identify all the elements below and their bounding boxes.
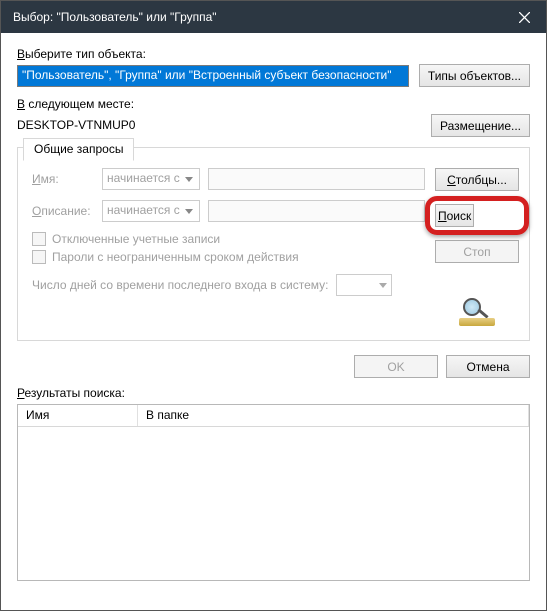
object-type-input[interactable]: "Пользователь", "Группа" или "Встроенный… — [17, 65, 409, 87]
titlebar: Выбор: "Пользователь" или "Группа" — [1, 1, 546, 33]
columns-button[interactable]: Столбцы... — [435, 168, 519, 191]
object-type-label: Выберите тип объекта: — [17, 47, 530, 61]
pwdnoexpire-label: Пароли с неограниченным сроком действия — [52, 250, 299, 264]
name-field-label: Имя: — [32, 172, 94, 186]
ok-button: OK — [354, 355, 438, 378]
close-button[interactable] — [502, 1, 546, 33]
location-value: DESKTOP-VTNMUP0 — [17, 116, 421, 136]
search-button[interactable]: Поиск — [435, 204, 474, 227]
results-table: Имя В папке — [17, 404, 530, 581]
cancel-button[interactable]: Отмена — [446, 355, 530, 378]
disabled-accounts-label: Отключенные учетные записи — [52, 232, 220, 246]
search-icon — [457, 296, 497, 326]
desc-field-label: Описание: — [32, 204, 94, 218]
name-mode-dropdown[interactable]: начинается с — [102, 168, 200, 190]
location-button[interactable]: Размещение... — [431, 114, 530, 137]
results-label: Результаты поиска: — [17, 386, 530, 400]
object-types-button[interactable]: Типы объектов... — [419, 64, 530, 87]
lastlogin-spin[interactable] — [336, 274, 392, 296]
results-body — [18, 427, 529, 580]
lastlogin-label: Число дней со времени последнего входа в… — [32, 278, 328, 292]
location-label: В следующем месте: — [17, 97, 530, 111]
disabled-accounts-checkbox[interactable] — [32, 232, 46, 246]
col-folder[interactable]: В папке — [138, 405, 529, 426]
desc-input[interactable] — [208, 200, 425, 222]
desc-mode-dropdown[interactable]: начинается с — [102, 200, 200, 222]
pwdnoexpire-checkbox[interactable] — [32, 250, 46, 264]
queries-tab[interactable]: Общие запросы — [23, 138, 134, 161]
titlebar-title: Выбор: "Пользователь" или "Группа" — [13, 10, 217, 24]
name-input[interactable] — [208, 168, 425, 190]
stop-button: Стоп — [435, 240, 519, 263]
results-header: Имя В папке — [18, 405, 529, 427]
close-icon — [519, 12, 530, 23]
col-name[interactable]: Имя — [18, 405, 138, 426]
dialog-content: Выберите тип объекта: "Пользователь", "Г… — [1, 33, 546, 589]
queries-tabpanel: Общие запросы Имя: начинается с Описание… — [17, 147, 530, 341]
